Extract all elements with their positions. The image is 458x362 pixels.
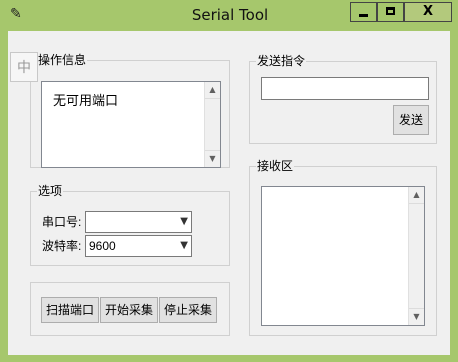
maximize-button[interactable] <box>377 2 404 22</box>
scan-ports-button[interactable]: 扫描端口 <box>41 297 99 323</box>
command-input[interactable] <box>261 77 429 100</box>
log-group-legend: 操作信息 <box>37 53 88 67</box>
chevron-down-icon[interactable]: ▼ <box>180 212 188 232</box>
log-group: 操作信息 无可用端口 ▲ ▼ <box>30 53 230 168</box>
close-icon: X <box>422 4 434 19</box>
start-capture-button[interactable]: 开始采集 <box>100 297 158 323</box>
log-message: 无可用端口 <box>53 93 119 108</box>
scroll-down-icon[interactable]: ▼ <box>409 308 424 325</box>
receive-scrollbar[interactable]: ▲ ▼ <box>408 187 424 325</box>
maximize-icon <box>386 7 395 15</box>
scroll-up-icon[interactable]: ▲ <box>205 82 220 99</box>
baud-select-value: 9600 <box>89 239 116 253</box>
actions-group: 扫描端口 开始采集 停止采集 <box>30 282 230 336</box>
scroll-up-icon[interactable]: ▲ <box>409 187 424 204</box>
receive-group-legend: 接收区 <box>256 159 295 173</box>
receive-textbox[interactable]: ▲ ▼ <box>261 186 425 326</box>
scroll-down-icon[interactable]: ▼ <box>205 150 220 167</box>
send-group: 发送指令 发送 <box>249 54 437 144</box>
log-listbox[interactable]: 无可用端口 ▲ ▼ <box>41 81 221 168</box>
ime-indicator[interactable]: 中 <box>10 52 38 82</box>
options-group-legend: 选项 <box>37 184 64 198</box>
client-area: 操作信息 无可用端口 ▲ ▼ 发送指令 发送 选项 串口号: ▼ 波特率: 96… <box>8 31 450 355</box>
port-label: 串口号: <box>42 215 82 229</box>
log-scrollbar[interactable]: ▲ ▼ <box>204 82 220 167</box>
chevron-down-icon[interactable]: ▼ <box>180 236 188 256</box>
send-button[interactable]: 发送 <box>393 105 429 135</box>
baud-select[interactable]: 9600 ▼ <box>85 235 192 257</box>
app-window: ✎ Serial Tool X 操作信息 无可用端口 ▲ ▼ 发送指令 发送 选… <box>0 0 458 362</box>
close-button[interactable]: X <box>404 2 452 22</box>
port-select[interactable]: ▼ <box>85 211 192 233</box>
stop-capture-button[interactable]: 停止采集 <box>159 297 217 323</box>
feather-icon: ✎ <box>10 6 22 22</box>
baud-label: 波特率: <box>42 239 82 253</box>
receive-group: 接收区 ▲ ▼ <box>249 159 437 336</box>
send-group-legend: 发送指令 <box>256 54 307 68</box>
title-bar[interactable]: ✎ Serial Tool X <box>0 0 458 30</box>
options-group: 选项 串口号: ▼ 波特率: 9600 ▼ <box>30 184 230 266</box>
minimize-icon <box>359 14 368 17</box>
window-title: Serial Tool <box>191 6 269 24</box>
minimize-button[interactable] <box>350 2 377 22</box>
